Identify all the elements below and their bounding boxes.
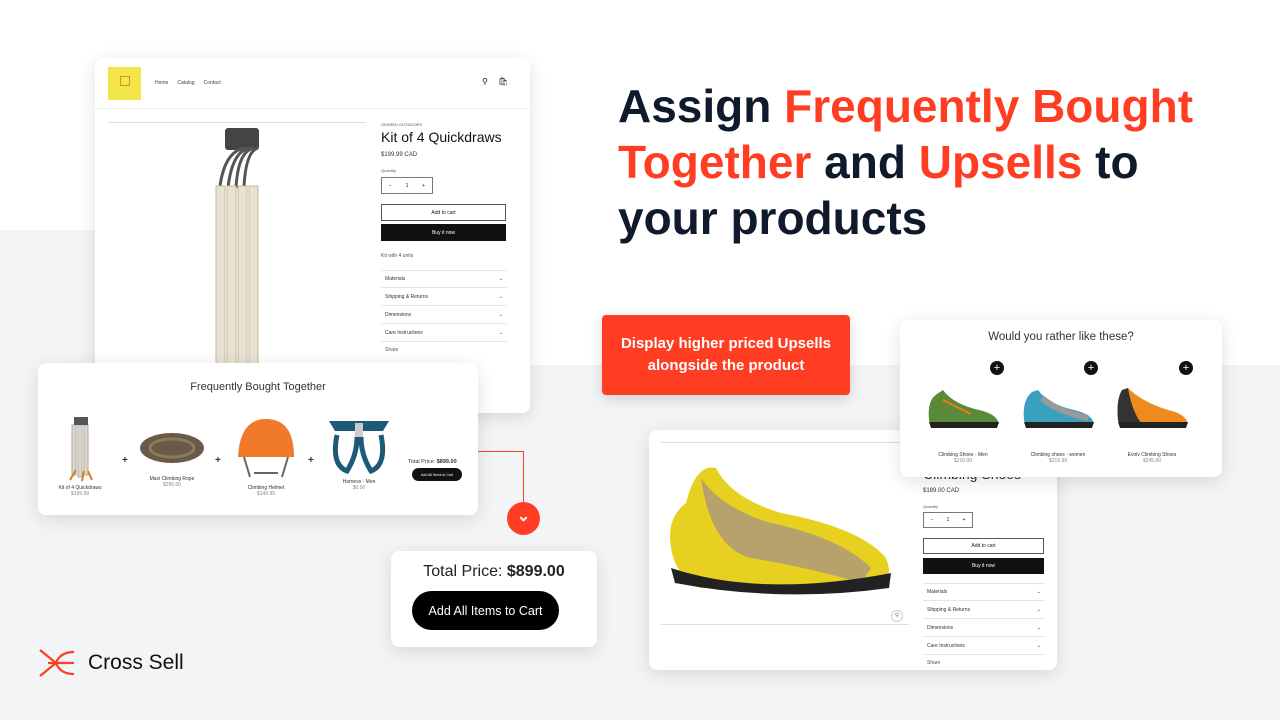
product-title: Kit of 4 Quickdraws — [381, 129, 502, 145]
fbt-item[interactable]: Harness - Men $0.00 — [323, 415, 395, 491]
store-logo[interactable] — [108, 67, 141, 100]
chevron-down-icon: ⌄ — [498, 293, 503, 300]
buy-now-button[interactable]: Buy it now — [381, 224, 506, 241]
vendor: GEARED OUTDOORS — [381, 122, 423, 127]
buy-now-button[interactable]: Buy it now — [923, 558, 1044, 574]
accordion-materials[interactable]: Materials ⌄ — [381, 270, 507, 288]
chevron-down-icon: ⌄ — [498, 311, 503, 318]
quantity-label: Quantity — [923, 504, 938, 509]
store-nav: Home Catalog Contact — [155, 80, 221, 86]
accordion-dimensions[interactable]: Dimensions ⌄ — [923, 619, 1045, 637]
brand-name: Cross Sell — [88, 651, 184, 674]
harness-image — [329, 421, 389, 475]
chevron-down-icon: ⌄ — [498, 329, 503, 336]
chevron-down-icon: ⌄ — [507, 502, 540, 535]
chevron-down-icon: ⌄ — [1036, 642, 1041, 649]
product-price: $189.00 CAD — [923, 488, 960, 494]
accordion-materials[interactable]: Materials ⌄ — [923, 583, 1045, 601]
connector-line — [523, 451, 524, 503]
quantity-value: 1 — [946, 517, 950, 523]
add-to-cart-button[interactable]: Add to cart — [923, 538, 1044, 554]
nav-contact[interactable]: Contact — [204, 80, 221, 86]
plus-icon: + — [215, 455, 221, 466]
share-button[interactable]: Share — [923, 655, 1045, 670]
blue-shoe-image — [1023, 390, 1094, 428]
plus-icon: + — [122, 455, 128, 466]
rope-image — [140, 433, 204, 463]
quickdraws-image — [69, 417, 93, 482]
product-price: $199.99 CAD — [381, 152, 418, 158]
yellow-shoe-image — [670, 467, 891, 595]
upsell-item[interactable]: Climbing shoes - women $219.99 — [1013, 382, 1103, 464]
add-all-items-button[interactable]: Add All Items to Cart — [412, 591, 559, 630]
add-to-cart-button[interactable]: Add to cart — [381, 204, 506, 221]
store-product-page: Home Catalog Contact ⚲ 🛍 GEARED OUTDOORS… — [95, 58, 530, 413]
brand-logo: Cross Sell — [38, 648, 184, 678]
nav-catalog[interactable]: Catalog — [177, 80, 194, 86]
accordion-shipping[interactable]: Shipping & Returns ⌄ — [923, 601, 1045, 619]
total-price: Total Price: $899.00 — [423, 563, 565, 580]
quantity-label: Quantity — [381, 168, 396, 173]
headline: Assign Frequently Bought Together and Up… — [618, 80, 1194, 244]
accordion-dimensions[interactable]: Dimensions ⌄ — [381, 306, 507, 324]
quantity-stepper[interactable]: −1 + — [923, 512, 973, 528]
frequently-bought-together-widget: Frequently Bought Together Kit of 4 Quic… — [38, 363, 478, 515]
product-description: Kit with 4 units — [381, 253, 414, 259]
search-icon[interactable]: ⚲ — [482, 77, 488, 86]
accordion-care[interactable]: Care Instructions ⌄ — [381, 324, 507, 342]
upsell-item[interactable]: Climbing Shoes - Men $210.00 — [918, 382, 1008, 464]
upsell-title: Would you rather like these? — [988, 331, 1134, 343]
upsell-widget: Would you rather like these? + + + Climb… — [900, 320, 1222, 477]
helmet-image — [238, 419, 294, 478]
orange-shoe-image — [1117, 388, 1188, 428]
fbt-total: Total Price: $899.00 — [408, 459, 457, 465]
connector-line — [478, 451, 523, 452]
plus-icon: + — [308, 455, 314, 466]
share-button[interactable]: Share — [381, 342, 507, 358]
green-shoe-image — [928, 390, 999, 428]
quantity-value: 1 — [405, 182, 409, 189]
chevron-down-icon: ⌄ — [1036, 624, 1041, 631]
upsell-callout: Display higher priced Upsells alongside t… — [602, 315, 850, 395]
add-upsell-button[interactable]: + — [1084, 361, 1098, 375]
cross-sell-logo-icon — [39, 649, 75, 677]
nav-home[interactable]: Home — [155, 80, 168, 86]
accordion-shipping[interactable]: Shipping & Returns ⌄ — [381, 288, 507, 306]
fbt-add-all-button[interactable]: Add All Items to Cart — [412, 468, 462, 481]
zoom-icon[interactable]: ⚲ — [891, 610, 903, 622]
quantity-stepper[interactable]: −1 + — [381, 177, 433, 194]
add-upsell-button[interactable]: + — [990, 361, 1004, 375]
chevron-down-icon: ⌄ — [1036, 606, 1041, 613]
fbt-title: Frequently Bought Together — [190, 381, 326, 393]
fbt-item[interactable]: Maxi Climbing Rope $295.00 — [136, 428, 208, 488]
chevron-down-icon: ⌄ — [498, 276, 503, 282]
total-price-card: Total Price: $899.00 Add All Items to Ca… — [391, 551, 597, 647]
upsell-item[interactable]: Evolv Climbing Shoes $245.00 — [1107, 382, 1197, 464]
accordion-care[interactable]: Care Instructions ⌄ — [923, 637, 1045, 655]
chevron-down-icon: ⌄ — [1036, 589, 1041, 595]
cart-icon[interactable]: 🛍 — [498, 77, 508, 86]
add-upsell-button[interactable]: + — [1179, 361, 1193, 375]
fbt-item[interactable]: Climbing Helmet $149.95 — [230, 415, 302, 497]
fbt-item[interactable]: Kit of 4 Quickdraws $199.99 — [50, 415, 110, 497]
